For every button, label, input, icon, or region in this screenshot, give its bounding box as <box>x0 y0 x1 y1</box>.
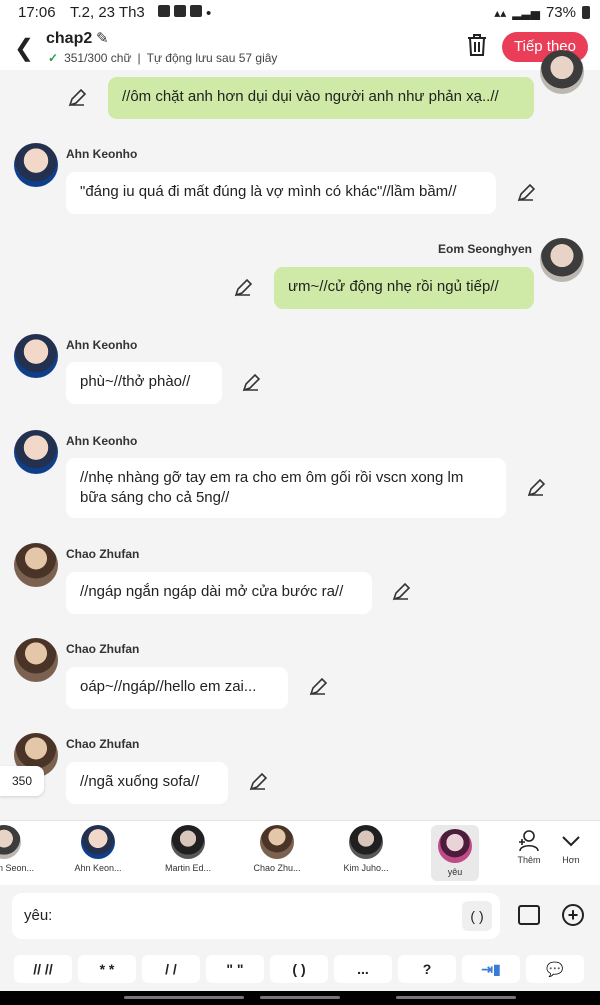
image-icon[interactable] <box>518 905 540 925</box>
message-bubble[interactable]: phù~//thở phào// <box>66 362 222 404</box>
autosave-text: Tự động lưu sau 57 giây <box>146 51 278 65</box>
message-counter: 350 <box>0 766 44 796</box>
input-row: yêu: ( ) + <box>0 885 600 947</box>
plus-icon[interactable]: + <box>562 904 584 926</box>
character-avatar <box>438 829 472 863</box>
battery-icon <box>582 6 590 19</box>
quick-key[interactable]: ? <box>398 955 456 983</box>
quick-key[interactable]: ... <box>334 955 392 983</box>
message-bubble[interactable]: //nhẹ nhàng gỡ tay em ra cho em ôm gối r… <box>66 458 506 518</box>
trash-icon[interactable] <box>466 33 488 57</box>
edit-message-icon[interactable] <box>233 278 253 298</box>
avatar[interactable] <box>14 638 58 682</box>
message-bubble[interactable]: //ôm chặt anh hơn dụi dụi vào người anh … <box>108 77 534 119</box>
message-bubble[interactable]: "đáng iu quá đi mất đúng là vợ mình có k… <box>66 172 496 214</box>
youtube-icon <box>174 5 186 17</box>
character-label: Eom Seon... <box>0 863 34 873</box>
more-button[interactable]: Hơn <box>560 829 582 865</box>
edit-message-icon[interactable] <box>248 772 268 792</box>
edit-message-icon[interactable] <box>67 88 87 108</box>
battery-label: 73% <box>545 4 576 21</box>
nav-back[interactable] <box>396 996 516 999</box>
sender-name: Chao Zhufan <box>66 737 140 751</box>
nav-home[interactable] <box>260 996 340 999</box>
character-label: yêu <box>447 867 463 877</box>
avatar[interactable] <box>14 543 58 587</box>
character-label: Ahn Keon... <box>74 863 122 873</box>
divider: | <box>137 51 141 65</box>
add-label: Thêm <box>517 855 541 865</box>
sender-name: Ahn Keonho <box>66 338 138 352</box>
add-person-icon <box>519 830 539 852</box>
quick-key[interactable]: " " <box>206 955 264 983</box>
dot-icon: • <box>206 5 212 22</box>
nav-recent[interactable] <box>124 996 244 999</box>
edit-message-icon[interactable] <box>241 373 261 393</box>
message-bubble[interactable]: oáp~//ngáp//hello em zai... <box>66 667 288 709</box>
avatar[interactable] <box>14 334 58 378</box>
character-avatar <box>0 825 21 859</box>
character-avatar <box>349 825 383 859</box>
chevron-down-icon <box>562 836 580 847</box>
character-avatar <box>260 825 294 859</box>
message-bubble[interactable]: //ngáp ngắn ngáp dài mở cửa bước ra// <box>66 572 372 614</box>
sender-name: Chao Zhufan <box>66 547 140 561</box>
character-avatar <box>81 825 115 859</box>
parenthesis-button[interactable]: ( ) <box>462 901 492 931</box>
more-label: Hơn <box>562 855 580 865</box>
character-bar: Eom Seon... Ahn Keon... Martin Ed... Cha… <box>0 820 600 885</box>
status-time: 17:06 <box>18 4 56 21</box>
quick-key[interactable]: / / <box>142 955 200 983</box>
edit-message-icon[interactable] <box>391 582 411 602</box>
sender-name: Chao Zhufan <box>66 642 140 656</box>
check-icon: ✓ <box>48 51 59 65</box>
character-item[interactable]: Ahn Keon... <box>68 825 128 873</box>
quick-key[interactable]: // // <box>14 955 72 983</box>
quick-keys: // // * * / / " " ( ) ... ? ⇥▮ 💬 <box>0 947 600 991</box>
add-character-button[interactable]: Thêm <box>516 829 542 865</box>
avatar[interactable] <box>540 238 584 282</box>
edit-message-icon[interactable] <box>526 478 546 498</box>
message-bubble[interactable]: ưm~//cử động nhẹ rồi ngủ tiếp// <box>274 267 534 309</box>
quick-key[interactable]: * * <box>78 955 136 983</box>
message-input[interactable]: yêu: <box>12 893 500 939</box>
character-item-selected[interactable]: yêu <box>431 825 479 881</box>
character-avatar <box>171 825 205 859</box>
sender-name: Eom Seonghyen <box>437 242 532 256</box>
status-right: ▴▴ ▂▃▅ 73% <box>494 4 590 21</box>
tiktok-icon <box>190 5 202 17</box>
avatar[interactable] <box>14 143 58 187</box>
character-item[interactable]: Eom Seon... <box>0 825 34 873</box>
gallery-icon <box>158 5 170 17</box>
character-item[interactable]: Martin Ed... <box>158 825 218 873</box>
sender-name: Ahn Keonho <box>66 434 138 448</box>
message-bubble[interactable]: //ngã xuống sofa// <box>66 762 228 804</box>
character-item[interactable]: Kim Juho... <box>336 825 396 873</box>
save-status: ✓ 351/300 chữ | Tự động lưu sau 57 giây <box>48 51 277 65</box>
edit-title-icon[interactable]: ✎ <box>96 29 109 47</box>
chapter-title[interactable]: chap2 <box>46 30 92 48</box>
character-item[interactable]: Chao Zhu... <box>247 825 307 873</box>
exit-icon[interactable]: ⇥▮ <box>462 955 520 983</box>
edit-message-icon[interactable] <box>516 183 536 203</box>
character-label: Chao Zhu... <box>253 863 301 873</box>
chat-icon[interactable]: 💬 <box>526 955 584 983</box>
system-nav-bar <box>0 991 600 1005</box>
avatar[interactable] <box>540 50 584 94</box>
wifi-icon: ▴▴ <box>494 5 507 20</box>
word-count: 351/300 chữ <box>64 51 132 65</box>
status-bar: 17:06 T.2, 23 Th3 • ▴▴ ▂▃▅ 73% <box>0 0 600 26</box>
edit-message-icon[interactable] <box>308 677 328 697</box>
character-label: Kim Juho... <box>343 863 389 873</box>
signal-icon: ▂▃▅ <box>512 5 540 20</box>
status-date: T.2, 23 Th3 <box>70 4 145 21</box>
notification-icons: • <box>158 5 211 22</box>
quick-key[interactable]: ( ) <box>270 955 328 983</box>
avatar[interactable] <box>14 430 58 474</box>
character-label: Martin Ed... <box>164 863 211 873</box>
editor-header: ❮ chap2 ✎ ✓ 351/300 chữ | Tự động lưu sa… <box>0 26 600 70</box>
sender-name: Ahn Keonho <box>66 147 138 161</box>
back-icon[interactable]: ❮ <box>14 34 34 63</box>
